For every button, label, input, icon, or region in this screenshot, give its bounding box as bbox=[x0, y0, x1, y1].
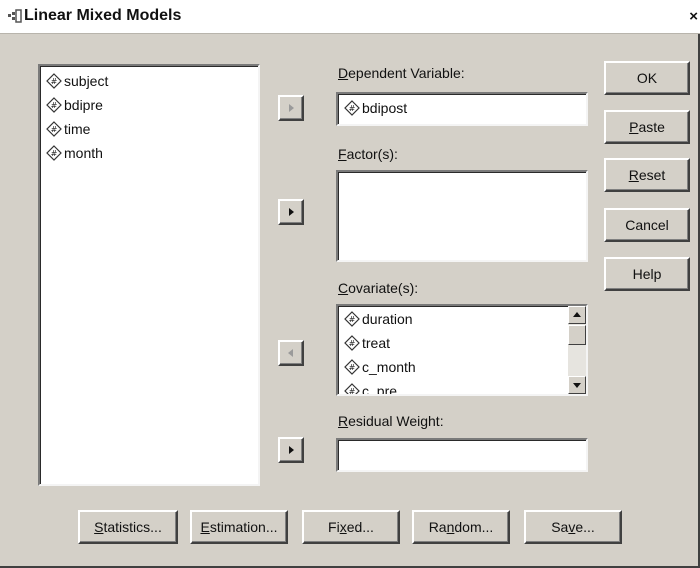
scale-variable-icon: # bbox=[46, 97, 62, 113]
factors-list[interactable] bbox=[336, 170, 588, 262]
right-arrow-icon bbox=[289, 446, 294, 454]
svg-text:#: # bbox=[349, 104, 356, 113]
scale-variable-icon: # bbox=[344, 383, 360, 396]
statistics-button[interactable]: Statistics... bbox=[78, 510, 178, 544]
svg-text:#: # bbox=[51, 77, 58, 86]
left-arrow-icon bbox=[288, 349, 293, 357]
dependent-variable-field[interactable]: # bdipost bbox=[336, 92, 588, 126]
right-arrow-icon bbox=[289, 208, 294, 216]
variable-label: c_month bbox=[362, 359, 416, 375]
list-item[interactable]: # treat bbox=[338, 332, 566, 356]
linear-mixed-models-dialog: Linear Mixed Models × # subject # bdipre #… bbox=[0, 0, 700, 568]
help-button[interactable]: Help bbox=[604, 257, 690, 291]
close-icon[interactable]: × bbox=[689, 8, 698, 25]
scale-variable-icon: # bbox=[344, 311, 360, 327]
residual-weight-field[interactable] bbox=[336, 438, 588, 472]
move-residual-weight-button[interactable] bbox=[278, 437, 304, 463]
scroll-thumb[interactable] bbox=[568, 325, 586, 345]
covariates-label: Covariate(s): bbox=[338, 280, 419, 296]
variable-label: duration bbox=[362, 311, 413, 327]
move-covariate-button[interactable] bbox=[278, 340, 304, 366]
list-item[interactable]: # bdipre bbox=[40, 94, 258, 118]
random-button[interactable]: Random... bbox=[412, 510, 510, 544]
move-factor-button[interactable] bbox=[278, 199, 304, 225]
dependent-variable-value: bdipost bbox=[362, 100, 408, 116]
scale-variable-icon: # bbox=[344, 100, 360, 116]
spss-app-icon bbox=[8, 9, 22, 23]
dependent-variable-label: Dependent Variable: bbox=[338, 65, 465, 81]
variable-label: time bbox=[64, 121, 91, 137]
svg-text:#: # bbox=[51, 101, 58, 110]
estimation-button[interactable]: Estimation... bbox=[190, 510, 288, 544]
right-arrow-icon bbox=[289, 104, 294, 112]
residual-weight-label: Residual Weight: bbox=[338, 413, 444, 429]
fixed-button[interactable]: Fixed... bbox=[302, 510, 400, 544]
reset-button[interactable]: Reset bbox=[604, 158, 690, 192]
scale-variable-icon: # bbox=[46, 121, 62, 137]
list-item[interactable]: # c_month bbox=[338, 356, 566, 380]
list-item[interactable]: # c_pre bbox=[338, 380, 566, 396]
svg-text:#: # bbox=[51, 149, 58, 158]
ok-button[interactable]: OK bbox=[604, 61, 690, 95]
down-arrow-icon bbox=[573, 383, 581, 388]
list-item[interactable]: # bdipost bbox=[338, 94, 586, 118]
variable-label: bdipre bbox=[64, 97, 103, 113]
paste-button[interactable]: Paste bbox=[604, 110, 690, 144]
svg-text:#: # bbox=[51, 125, 58, 134]
source-variable-list[interactable]: # subject # bdipre # time # month bbox=[38, 64, 260, 486]
variable-label: c_pre bbox=[362, 383, 398, 396]
covariates-list[interactable]: # duration # treat # c_month # c_pre bbox=[336, 304, 588, 396]
svg-text:#: # bbox=[349, 315, 356, 324]
list-item[interactable]: # month bbox=[40, 142, 258, 166]
scale-variable-icon: # bbox=[344, 335, 360, 351]
list-item[interactable]: # duration bbox=[338, 308, 566, 332]
window-title: Linear Mixed Models bbox=[24, 7, 182, 24]
cancel-button[interactable]: Cancel bbox=[604, 208, 690, 242]
svg-text:#: # bbox=[349, 339, 356, 348]
scale-variable-icon: # bbox=[344, 359, 360, 375]
list-item[interactable]: # subject bbox=[40, 70, 258, 94]
scroll-up-button[interactable] bbox=[568, 306, 586, 324]
svg-text:#: # bbox=[349, 387, 356, 396]
title-bar[interactable]: Linear Mixed Models × bbox=[0, 0, 700, 34]
move-dependent-button[interactable] bbox=[278, 95, 304, 121]
scale-variable-icon: # bbox=[46, 73, 62, 89]
factors-label: Factor(s): bbox=[338, 146, 398, 162]
svg-text:#: # bbox=[349, 363, 356, 372]
variable-label: month bbox=[64, 145, 103, 161]
scroll-down-button[interactable] bbox=[568, 376, 586, 394]
covariates-scrollbar[interactable] bbox=[568, 306, 586, 394]
variable-label: treat bbox=[362, 335, 391, 351]
scale-variable-icon: # bbox=[46, 145, 62, 161]
list-item[interactable]: # time bbox=[40, 118, 258, 142]
save-button[interactable]: Save... bbox=[524, 510, 622, 544]
up-arrow-icon bbox=[573, 312, 581, 317]
variable-label: subject bbox=[64, 73, 109, 89]
